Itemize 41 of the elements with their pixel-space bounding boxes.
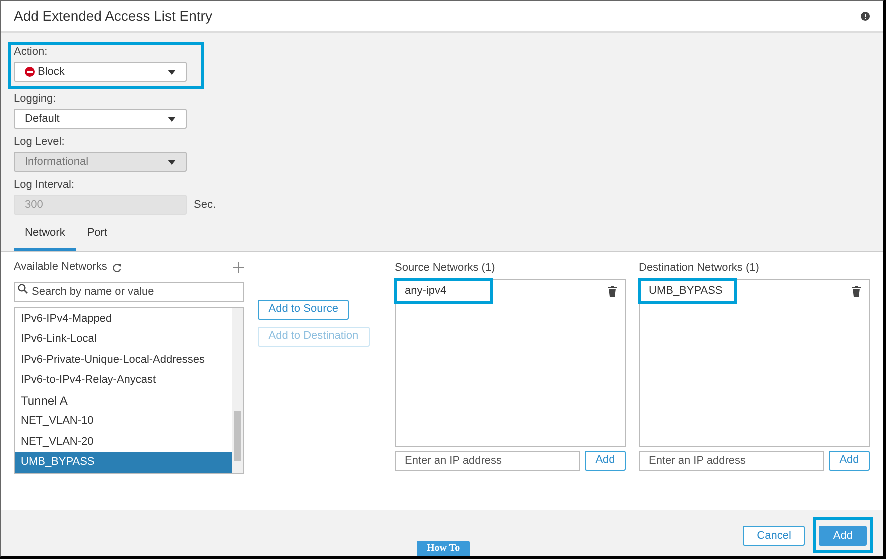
network-item[interactable]: UMB_BYPASS — [15, 452, 232, 472]
select-field[interactable]: Default — [14, 109, 187, 129]
add-button[interactable]: Add — [585, 450, 626, 470]
scrollbar[interactable] — [232, 308, 243, 472]
refresh-icon[interactable] — [112, 262, 122, 272]
field-label: Log Level: — [14, 135, 66, 149]
window-title: Add Extended Access List Entry — [14, 6, 212, 26]
search-icon — [18, 284, 28, 294]
caret-icon — [168, 70, 176, 74]
trash-icon[interactable] — [608, 286, 617, 296]
trash-icon[interactable] — [852, 286, 861, 296]
unit-label: Sec. — [194, 198, 216, 213]
field-label: Log Interval: — [14, 178, 76, 192]
search-field[interactable]: Search by name or value — [14, 282, 244, 302]
plus-icon[interactable] — [232, 262, 244, 273]
network-item[interactable]: NET_VLAN-20 — [15, 432, 232, 452]
cancel-button[interactable]: Cancel — [743, 526, 806, 546]
field-label: Logging: — [14, 92, 58, 106]
panel-title: Destination Networks (1) — [639, 260, 760, 274]
select-field[interactable]: Block — [14, 62, 187, 82]
block-icon — [25, 67, 35, 77]
tab[interactable]: Port — [76, 223, 119, 250]
move-button[interactable]: Add to Source — [258, 300, 350, 320]
panel-title: Source Networks (1) — [395, 260, 496, 274]
network-item[interactable]: NET_VLAN-10 — [15, 411, 232, 432]
field-label: Action: — [14, 45, 49, 59]
panel-title: Available Networks — [14, 260, 108, 276]
ip-address-field[interactable]: Enter an IP address — [395, 450, 580, 470]
caret-icon — [168, 160, 176, 164]
network-item[interactable]: Tunnel A — [15, 390, 232, 411]
network-item[interactable]: IPv6-IPv4-Mapped — [15, 308, 232, 329]
network-item[interactable]: IPv6-to-IPv4-Relay-Anycast — [15, 370, 232, 390]
tab[interactable]: Network — [14, 223, 76, 250]
network-item[interactable]: UMB_BYPASS — [640, 280, 735, 302]
add-button[interactable]: Add — [829, 450, 870, 470]
help-icon[interactable] — [861, 12, 870, 20]
network-item[interactable]: any-ipv4 — [396, 280, 491, 302]
network-item[interactable]: IPv6-Private-Unique-Local-Addresses — [15, 350, 232, 370]
network-item[interactable]: IPv6-Link-Local — [15, 329, 232, 350]
ip-address-field[interactable]: Enter an IP address — [639, 450, 824, 470]
caret-icon — [168, 116, 176, 122]
